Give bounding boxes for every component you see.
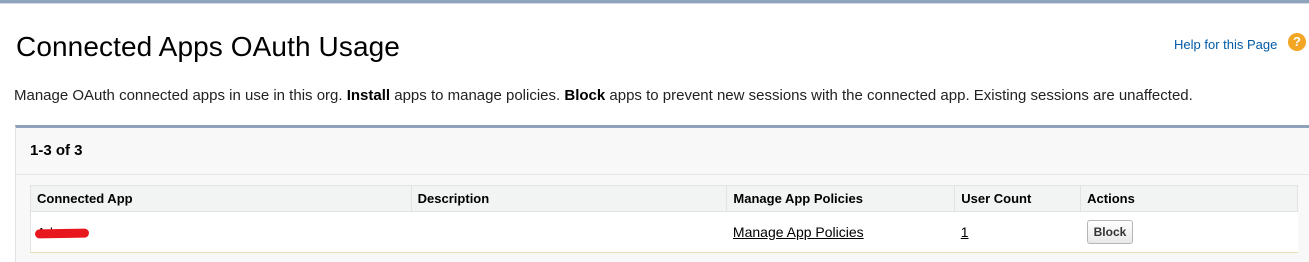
column-header-description: Description bbox=[410, 185, 728, 212]
table-header-row: Connected App Description Manage App Pol… bbox=[30, 185, 1298, 212]
top-border-highlight bbox=[0, 3, 1309, 4]
page-description: Manage OAuth connected apps in use in th… bbox=[14, 87, 1193, 104]
column-header-actions: Actions bbox=[1080, 185, 1298, 212]
user-count-link[interactable]: 1 bbox=[961, 224, 969, 240]
redaction-mark bbox=[34, 228, 90, 239]
app-name: Adams bbox=[34, 225, 90, 240]
column-header-user-count: User Count bbox=[954, 185, 1082, 212]
page-title: Connected Apps OAuth Usage bbox=[16, 31, 400, 62]
table-row: Adams Manage App Policies 1 Block bbox=[30, 211, 1298, 253]
manage-app-policies-link[interactable]: Manage App Policies bbox=[733, 224, 864, 240]
description-text: Manage OAuth connected apps in use in th… bbox=[14, 87, 347, 104]
help-icon[interactable]: ? bbox=[1288, 33, 1306, 51]
cell-actions: Block bbox=[1080, 211, 1298, 253]
panel-divider bbox=[16, 174, 1309, 175]
connected-apps-table: Connected App Description Manage App Pol… bbox=[30, 185, 1298, 253]
column-header-manage-app-policies: Manage App Policies bbox=[726, 185, 956, 212]
cell-manage-app-policies: Manage App Policies bbox=[726, 211, 955, 253]
cell-connected-app: Adams bbox=[30, 211, 412, 253]
help-link[interactable]: Help for this Page bbox=[1174, 37, 1277, 52]
description-text: apps to manage policies. bbox=[390, 87, 565, 104]
description-block: Block bbox=[564, 87, 606, 104]
description-text: apps to prevent new sessions with the co… bbox=[605, 87, 1193, 104]
cell-description bbox=[411, 211, 727, 253]
cell-user-count: 1 bbox=[954, 211, 1081, 253]
description-install: Install bbox=[346, 87, 391, 104]
block-button[interactable]: Block bbox=[1086, 220, 1134, 244]
column-header-connected-app: Connected App bbox=[30, 185, 412, 212]
record-count: 1-3 of 3 bbox=[30, 142, 83, 159]
